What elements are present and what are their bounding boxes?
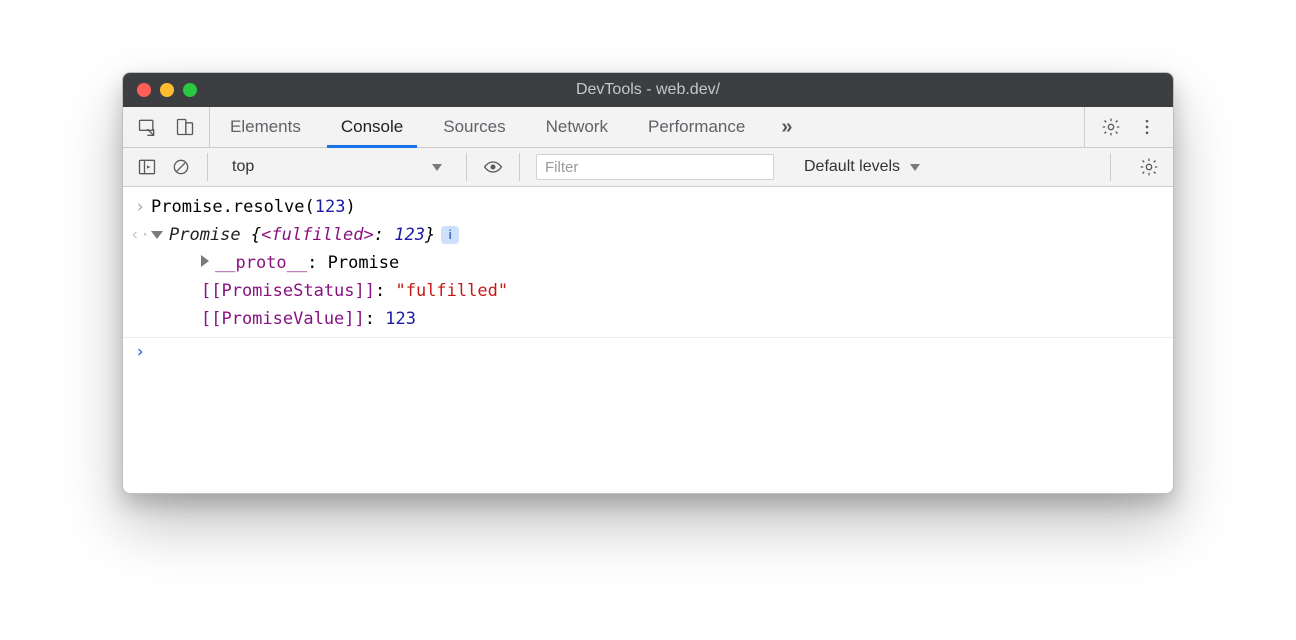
more-tabs-button[interactable]: » bbox=[765, 107, 808, 147]
result-state: <fulfilled> bbox=[261, 225, 374, 245]
window-controls bbox=[137, 83, 197, 97]
prompt-marker-icon: › bbox=[129, 339, 151, 365]
kebab-menu-icon[interactable] bbox=[1137, 117, 1157, 137]
toolbar-divider bbox=[466, 153, 467, 181]
dropdown-caret-icon bbox=[432, 164, 442, 171]
console-prompt-row[interactable]: › bbox=[123, 338, 1173, 366]
toolbar-divider bbox=[1110, 153, 1111, 181]
result-marker-icon: ‹· bbox=[129, 222, 151, 248]
console-property-row: __proto__: Promise bbox=[123, 249, 1173, 277]
tab-elements[interactable]: Elements bbox=[210, 107, 321, 147]
window-title: DevTools - web.dev/ bbox=[123, 81, 1173, 99]
console-prompt-input[interactable] bbox=[151, 339, 1163, 365]
console-property-row: [[PromiseStatus]]: "fulfilled" bbox=[123, 277, 1173, 305]
toolbar-divider bbox=[519, 153, 520, 181]
console-result-summary[interactable]: Promise {<fulfilled>: 123}i bbox=[151, 222, 1163, 248]
tab-console[interactable]: Console bbox=[321, 107, 423, 147]
promise-status-key: [[PromiseStatus]] bbox=[201, 281, 375, 301]
settings-gear-icon[interactable] bbox=[1101, 117, 1121, 137]
tab-sources[interactable]: Sources bbox=[423, 107, 525, 147]
proto-key: __proto__ bbox=[215, 253, 307, 273]
clear-console-icon[interactable] bbox=[171, 157, 191, 177]
expr-fn: Promise.resolve bbox=[151, 197, 305, 217]
window-maximize-button[interactable] bbox=[183, 83, 197, 97]
promise-status-value: "fulfilled" bbox=[395, 281, 508, 301]
more-tabs-icon: » bbox=[781, 117, 792, 137]
console-input-expression[interactable]: Promise.resolve(123) bbox=[151, 194, 1163, 220]
promise-value-value: 123 bbox=[385, 309, 416, 329]
expr-arg: 123 bbox=[315, 197, 346, 217]
execution-context-label: top bbox=[232, 158, 254, 176]
live-expression-eye-icon[interactable] bbox=[483, 157, 503, 177]
dropdown-caret-icon bbox=[910, 164, 920, 171]
execution-context-select[interactable]: top bbox=[224, 156, 450, 178]
toolbar-divider bbox=[207, 153, 208, 181]
tab-label: Elements bbox=[230, 117, 301, 137]
expr-paren-open: ( bbox=[305, 197, 315, 217]
console-settings-gear-icon[interactable] bbox=[1127, 157, 1159, 177]
window-minimize-button[interactable] bbox=[160, 83, 174, 97]
inspect-element-icon[interactable] bbox=[137, 117, 157, 137]
devtools-window: DevTools - web.dev/ Elements Console Sou… bbox=[122, 72, 1174, 494]
promise-value-row[interactable]: [[PromiseValue]]: 123 bbox=[151, 306, 1163, 332]
inspect-toolbar-group bbox=[123, 107, 210, 147]
panel-tabs: Elements Console Sources Network Perform… bbox=[210, 107, 765, 147]
console-toolbar: top Default levels bbox=[123, 148, 1173, 187]
titlebar: DevTools - web.dev/ bbox=[123, 73, 1173, 107]
window-close-button[interactable] bbox=[137, 83, 151, 97]
tab-label: Network bbox=[546, 117, 608, 137]
proto-value: Promise bbox=[328, 253, 400, 273]
toggle-console-sidebar-icon[interactable] bbox=[137, 157, 157, 177]
device-toolbar-icon[interactable] bbox=[175, 117, 195, 137]
log-levels-select[interactable]: Default levels bbox=[796, 156, 928, 178]
console-result-row: ‹· Promise {<fulfilled>: 123}i bbox=[123, 221, 1173, 249]
promise-value-key: [[PromiseValue]] bbox=[201, 309, 365, 329]
console-body: › Promise.resolve(123) ‹· Promise {<fulf… bbox=[123, 187, 1173, 493]
console-filter-input[interactable] bbox=[536, 154, 774, 180]
console-property-row: [[PromiseValue]]: 123 bbox=[123, 305, 1173, 333]
console-input-row: › Promise.resolve(123) bbox=[123, 193, 1173, 221]
info-badge-icon[interactable]: i bbox=[441, 226, 459, 244]
result-classname: Promise bbox=[169, 225, 241, 245]
input-marker-icon: › bbox=[129, 194, 151, 220]
tab-performance[interactable]: Performance bbox=[628, 107, 765, 147]
tab-label: Performance bbox=[648, 117, 745, 137]
panel-tabs-toolbar: Elements Console Sources Network Perform… bbox=[123, 107, 1173, 148]
expr-paren-close: ) bbox=[346, 197, 356, 217]
log-levels-label: Default levels bbox=[804, 158, 900, 176]
tab-label: Sources bbox=[443, 117, 505, 137]
disclosure-down-icon[interactable] bbox=[151, 231, 163, 239]
promise-status-row[interactable]: [[PromiseStatus]]: "fulfilled" bbox=[151, 278, 1163, 304]
proto-row[interactable]: __proto__: Promise bbox=[151, 250, 1163, 276]
toolbar-right-group bbox=[1084, 107, 1173, 147]
disclosure-right-icon[interactable] bbox=[201, 255, 209, 267]
tab-label: Console bbox=[341, 117, 403, 137]
tab-network[interactable]: Network bbox=[526, 107, 628, 147]
result-value: 123 bbox=[394, 225, 425, 245]
